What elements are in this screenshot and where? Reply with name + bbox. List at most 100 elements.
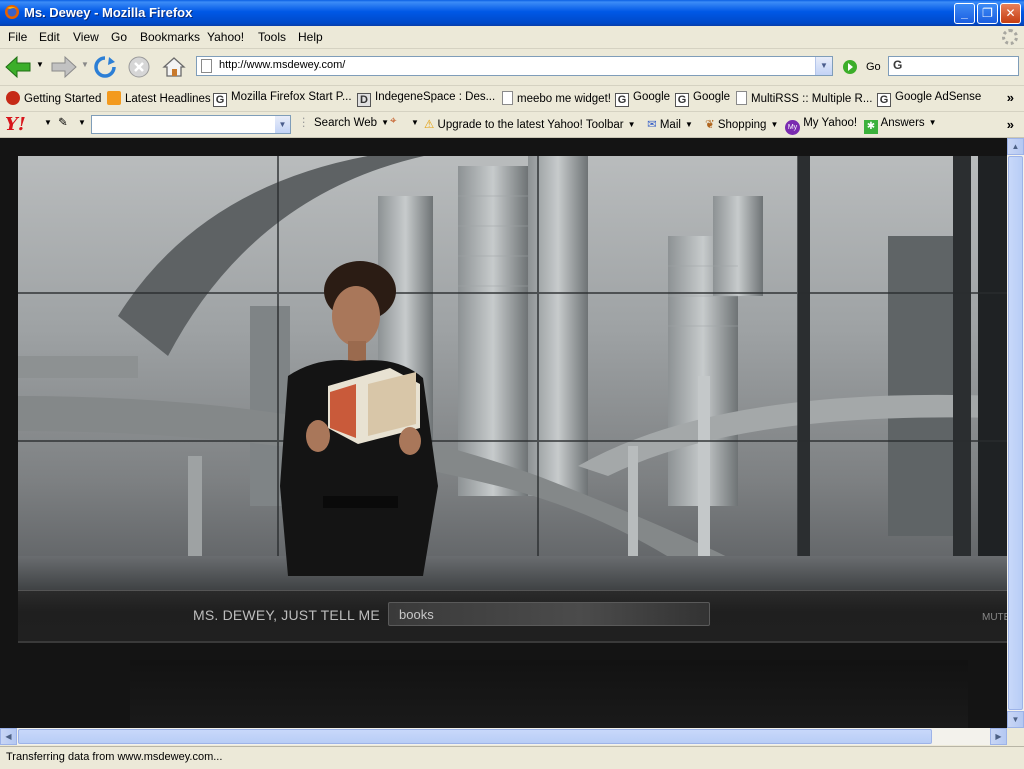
my-yahoo-button[interactable]: My My Yahoo! (785, 117, 857, 135)
back-arrow-icon[interactable] (4, 55, 34, 79)
bookmark-label: Getting Started (24, 93, 102, 105)
scroll-down-icon[interactable]: ▼ (1007, 711, 1024, 728)
search-web-button[interactable]: Search Web ▼ (314, 117, 389, 129)
warning-icon: ⚠ (424, 119, 435, 131)
results-panel (130, 660, 968, 728)
vertical-scroll-thumb[interactable] (1008, 156, 1023, 710)
target-icon[interactable]: ⌖ (390, 115, 396, 128)
horizontal-scroll-thumb[interactable] (18, 729, 932, 744)
bookmark-latest-headlines[interactable]: Latest Headlines (107, 91, 211, 105)
menu-edit[interactable]: Edit (39, 30, 60, 44)
yahoo-search-input[interactable]: ▼ (91, 115, 291, 134)
scrollbar-corner (1007, 728, 1024, 745)
query-text: books (399, 607, 434, 622)
google-icon: G (877, 93, 891, 107)
close-button[interactable]: ✕ (1000, 3, 1021, 24)
menu-go[interactable]: Go (111, 30, 127, 44)
divider (18, 641, 1007, 643)
firefox-icon (6, 91, 20, 105)
query-bar: MS. DEWEY, JUST TELL ME books MUTE (18, 590, 1007, 643)
bookmark-google-1[interactable]: G Google (615, 91, 670, 107)
upgrade-toolbar-button[interactable]: ⚠ Upgrade to the latest Yahoo! Toolbar ▼ (424, 117, 636, 131)
yahoo-overflow-chevron-icon[interactable]: » (1007, 117, 1014, 132)
search-input[interactable]: G (888, 56, 1019, 76)
forward-arrow-icon[interactable] (48, 55, 78, 79)
scroll-right-icon[interactable]: ▶ (990, 728, 1007, 745)
bookmark-google-2[interactable]: G Google (675, 91, 730, 107)
scroll-up-icon[interactable]: ▲ (1007, 138, 1024, 155)
city-scene-image (18, 156, 1007, 590)
target-dropdown-icon[interactable]: ▼ (411, 118, 419, 127)
chevron-down-icon: ▼ (627, 120, 636, 129)
google-icon: G (213, 93, 227, 107)
bookmark-label: MultiRSS :: Multiple R... (751, 93, 873, 105)
d-icon: D (357, 93, 371, 107)
bookmark-getting-started[interactable]: Getting Started (6, 91, 101, 105)
menu-help[interactable]: Help (298, 30, 323, 44)
bookmark-google-adsense[interactable]: G Google AdSense (877, 91, 981, 107)
navigation-toolbar: ▼ ▼ http://www.msdewey.com/ ▼ Go G (0, 49, 1024, 86)
chevron-down-icon: ▼ (928, 118, 937, 127)
bookmark-meebo[interactable]: meebo me widget! (502, 91, 611, 105)
reload-icon[interactable] (93, 55, 117, 79)
forward-dropdown-icon[interactable]: ▼ (81, 60, 89, 69)
window-title-bar[interactable]: Ms. Dewey - Mozilla Firefox _ ❐ ✕ (0, 0, 1024, 26)
bookmarks-overflow-chevron-icon[interactable]: » (1007, 90, 1014, 105)
mail-button[interactable]: ✉ Mail ▼ (647, 117, 693, 131)
shopping-label: Shopping (717, 119, 767, 131)
bookmark-mozilla-start[interactable]: G Mozilla Firefox Start P... (213, 91, 352, 107)
url-text: http://www.msdewey.com/ (219, 59, 346, 71)
url-dropdown-icon[interactable]: ▼ (815, 57, 832, 75)
yahoo-search-dropdown-icon[interactable]: ▼ (275, 116, 290, 133)
window-title: Ms. Dewey - Mozilla Firefox (24, 5, 193, 20)
shopping-button[interactable]: ❦ Shopping ▼ (705, 117, 778, 131)
answers-button[interactable]: ✱ Answers ▼ (864, 117, 937, 134)
back-dropdown-icon[interactable]: ▼ (36, 60, 44, 69)
menu-view[interactable]: View (73, 30, 99, 44)
answers-icon: ✱ (864, 120, 878, 134)
url-bar[interactable]: http://www.msdewey.com/ ▼ (196, 56, 833, 76)
rss-icon (107, 91, 121, 105)
menu-file[interactable]: File (8, 30, 27, 44)
bookmark-multirss[interactable]: MultiRSS :: Multiple R... (736, 91, 872, 105)
status-text: Transferring data from www.msdewey.com..… (6, 751, 223, 763)
my-yahoo-icon: My (785, 120, 800, 135)
firefox-icon (5, 5, 19, 19)
menu-bar: File Edit View Go Bookmarks Yahoo! Tools… (0, 26, 1024, 49)
chevron-down-icon: ▼ (770, 120, 779, 129)
upgrade-label: Upgrade to the latest Yahoo! Toolbar (437, 119, 624, 131)
status-bar: Transferring data from www.msdewey.com..… (0, 746, 1024, 769)
google-icon: G (615, 93, 629, 107)
go-label: Go (866, 61, 881, 73)
google-icon: G (675, 93, 689, 107)
go-button[interactable]: Go (842, 59, 881, 78)
vertical-scrollbar[interactable]: ▲ ▼ (1007, 138, 1024, 728)
yahoo-menu-dropdown-icon[interactable]: ▼ (44, 118, 52, 127)
query-input[interactable]: books (388, 602, 710, 626)
my-yahoo-label: My Yahoo! (803, 117, 858, 129)
minimize-button[interactable]: _ (954, 3, 975, 24)
google-search-icon: G (893, 58, 903, 72)
menu-tools[interactable]: Tools (258, 30, 286, 44)
pencil-icon[interactable]: ✎ (58, 115, 68, 129)
chevron-down-icon: ▼ (684, 120, 693, 129)
bookmark-indegenespace[interactable]: D IndegeneSpace : Des... (357, 91, 495, 107)
page-icon (502, 91, 513, 105)
scroll-left-icon[interactable]: ◀ (0, 728, 17, 745)
mute-button[interactable]: MUTE (982, 612, 1007, 623)
yahoo-logo[interactable]: Y! (5, 114, 26, 135)
chevron-down-icon: ▼ (381, 118, 389, 127)
menu-bookmarks[interactable]: Bookmarks (140, 30, 200, 44)
pencil-dropdown-icon[interactable]: ▼ (78, 118, 86, 127)
bookmarks-toolbar: Getting Started Latest Headlines G Mozill… (0, 86, 1024, 112)
restore-button[interactable]: ❐ (977, 3, 998, 24)
bookmark-label: Latest Headlines (125, 93, 211, 105)
stop-icon[interactable] (127, 55, 151, 79)
bookmark-label: Google (693, 91, 731, 103)
menu-yahoo[interactable]: Yahoo! (207, 30, 244, 44)
bookmark-label: Google (633, 91, 671, 103)
horizontal-scrollbar[interactable]: ◀ ▶ (0, 728, 1007, 745)
prompt-label: MS. DEWEY, JUST TELL ME (193, 607, 380, 623)
home-icon[interactable] (162, 55, 186, 79)
toolbar-separator-icon: ⋮ (298, 117, 310, 129)
